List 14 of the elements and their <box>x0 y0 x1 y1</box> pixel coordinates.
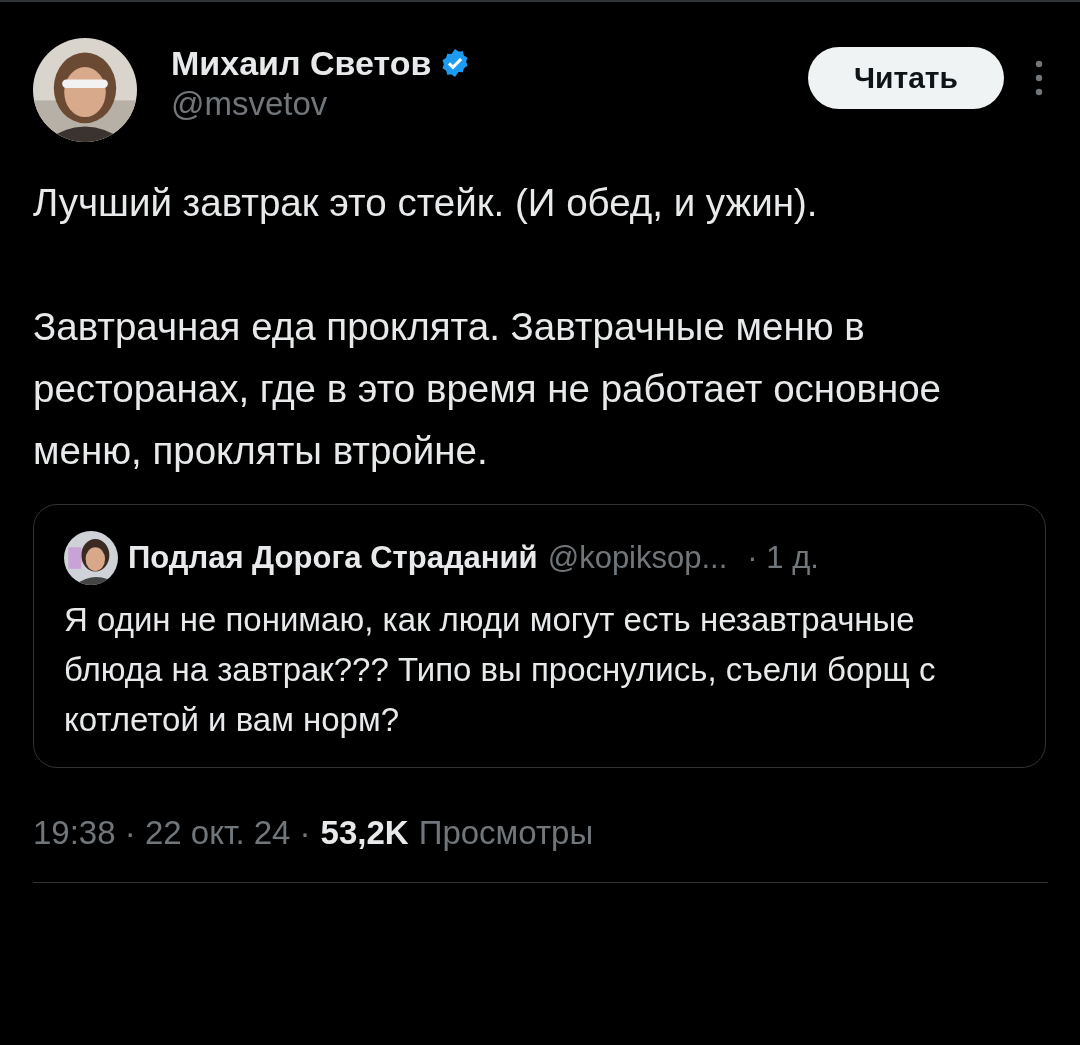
view-count: 53,2K <box>320 814 409 852</box>
author-name: Михаил Светов <box>171 43 432 83</box>
tweet-text: Завтрачная еда проклята. Завтрачные меню в ресторанах, где в это время не работает основное меню, прокляты втройне. <box>33 304 943 474</box>
quoted-author-name: Подлая Дорога Страданий <box>128 540 538 576</box>
follow-button[interactable]: Читать <box>808 47 1004 109</box>
quoted-tweet-card[interactable]: Подлая Дорога Страданий @kopiksop... · 1 д. Я один не понимаю, как люди могут есть незавтрачные блюда на завтрак??? Типо вы проснулись, съели борщ с котлетой и вам норм? <box>33 504 1046 768</box>
quoted-tweet-time: · 1 д. <box>747 540 819 576</box>
tweet-timestamp: 19:38 · 22 окт. 24 · <box>33 814 311 852</box>
author-handle: @msvetov <box>171 84 329 123</box>
views-label: Просмотры <box>418 814 594 852</box>
more-options-icon[interactable] <box>1034 58 1044 98</box>
quoted-author-handle: @kopiksop... <box>547 540 728 576</box>
quoted-tweet-text: Я один не понимаю, как люди могут есть незавтрачные блюда на завтрак??? Типо вы проснулись, съели борщ с котлетой и вам норм? <box>64 600 937 740</box>
tweet-text: Лучший завтрак это стейк. (И обед, и ужин). <box>33 180 819 226</box>
